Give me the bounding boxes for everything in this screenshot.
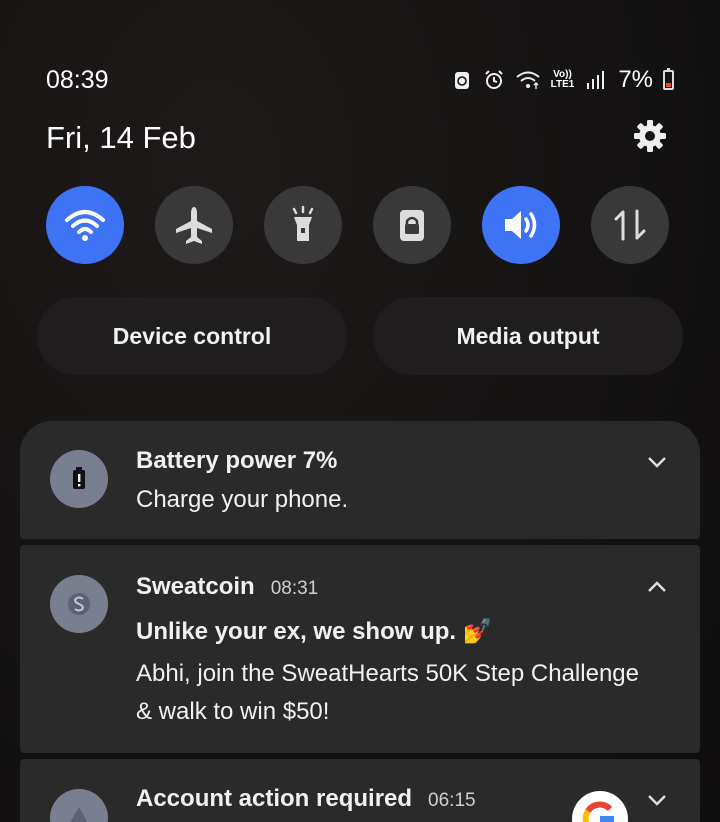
sound-toggle[interactable] xyxy=(482,186,560,264)
data-transfer-icon xyxy=(614,209,646,241)
airplane-icon xyxy=(176,207,212,244)
chevron-down-icon[interactable] xyxy=(646,789,668,811)
warning-icon xyxy=(50,789,108,822)
google-logo-icon xyxy=(572,791,628,822)
wifi-toggle[interactable] xyxy=(46,186,124,264)
airplane-toggle[interactable] xyxy=(155,186,233,264)
sweatcoin-notification[interactable]: Sweatcoin 08:31 Unlike your ex, we show u… xyxy=(20,545,700,753)
flashlight-toggle[interactable] xyxy=(264,186,342,264)
alarm-icon xyxy=(484,70,503,89)
device-control-button[interactable]: Device control xyxy=(37,297,347,375)
notification-shade: 08:39 Vo)) LTE1 7% Fri, 14 Feb Device co… xyxy=(0,0,720,822)
battery-percent: 7% xyxy=(618,66,653,93)
notification-title: Account action required xyxy=(136,785,413,812)
sweatcoin-icon xyxy=(50,575,108,633)
sound-icon xyxy=(505,211,537,239)
mobile-data-toggle[interactable] xyxy=(591,186,669,264)
notification-time: 06:15 xyxy=(428,790,476,811)
battery-notification[interactable]: Battery power 7% Charge your phone. xyxy=(20,421,700,539)
lock-toggle[interactable] xyxy=(373,186,451,264)
notification-title: Battery power 7% xyxy=(136,447,338,474)
notification-body: Charge your phone. xyxy=(136,486,349,513)
volte-indicator: Vo)) LTE1 xyxy=(551,70,575,90)
battery-icon xyxy=(663,68,674,90)
notification-body-line1: Abhi, join the SweatHearts 50K Step Chal… xyxy=(136,660,639,687)
notification-headline: Unlike your ex, we show up. 💅 xyxy=(136,618,493,645)
wifi-status-icon xyxy=(515,71,540,89)
flashlight-icon xyxy=(292,205,314,241)
notification-header: Account action required 06:15 xyxy=(136,785,476,813)
status-time: 08:39 xyxy=(46,66,109,94)
battery-alert-icon xyxy=(50,450,108,508)
app-name: Sweatcoin xyxy=(136,573,255,600)
account-notification[interactable]: Account action required 06:15 xyxy=(20,759,700,822)
notification-time: 08:31 xyxy=(270,578,319,599)
media-output-button[interactable]: Media output xyxy=(373,297,683,375)
date-label: Fri, 14 Feb xyxy=(46,120,196,155)
signal-icon xyxy=(587,71,605,89)
notification-body-line2: & walk to win $50! xyxy=(136,698,330,725)
recycle-icon xyxy=(454,72,469,89)
notification-header: Sweatcoin 08:31 xyxy=(136,573,318,601)
lte-label: LTE1 xyxy=(550,79,575,90)
lock-icon xyxy=(400,210,424,241)
status-icons: Vo)) LTE1 7% xyxy=(451,64,674,96)
chevron-up-icon[interactable] xyxy=(646,576,668,598)
chevron-down-icon[interactable] xyxy=(646,451,668,473)
wifi-icon xyxy=(65,210,105,241)
settings-gear-icon[interactable] xyxy=(632,118,668,154)
